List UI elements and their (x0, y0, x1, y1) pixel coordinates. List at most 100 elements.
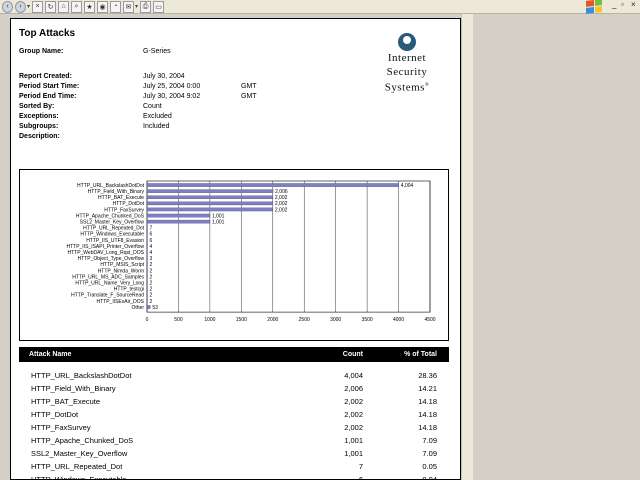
category-label: HTTP_IIS_ISAPI_Printer_Overflow (66, 244, 144, 250)
category-label: HTTP_Translate_F_SourceRead (71, 293, 144, 299)
field-value: Count (143, 103, 162, 110)
field-label: Period End Time: (19, 93, 77, 100)
value-label: 2 (150, 280, 153, 286)
close-icon[interactable]: × (631, 0, 636, 9)
windows-logo-icon (586, 0, 602, 14)
x-tick-label: 1500 (236, 317, 247, 323)
value-label: 4,004 (401, 183, 414, 189)
bar (146, 274, 148, 279)
bar (146, 183, 399, 187)
table-row: HTTP_Windows_Executable 6 0.04 (19, 474, 449, 480)
dropdown-arrow-icon[interactable]: ▾ (27, 3, 30, 10)
bar (146, 262, 148, 267)
edit-icon[interactable]: ▭ (153, 0, 165, 13)
category-label: HTTP_WebDAV_Long_Rqst_DOS (67, 250, 144, 256)
logo-line-1: Internet (387, 52, 427, 64)
attack-name-cell: HTTP_Apache_Chunked_DoS (31, 436, 134, 445)
category-label: HTTP_MSIS_Script (100, 262, 144, 268)
mail-icon[interactable]: ✉ (123, 0, 135, 13)
category-label: HTTP_IIS_UTF8_Evasion (86, 238, 144, 244)
x-tick-label: 2500 (299, 317, 310, 323)
x-tick-label: 4500 (424, 317, 435, 323)
value-label: 3 (150, 256, 153, 262)
search-icon[interactable]: ⌕ (71, 0, 83, 13)
category-label: HTTP_DotDot (113, 201, 145, 207)
bar (146, 305, 151, 309)
field-timezone: GMT (241, 93, 257, 100)
bar (146, 201, 274, 206)
category-label: HTTP_Nimda_Worm (98, 268, 144, 274)
count-cell: 7 (358, 462, 363, 471)
count-cell: 2,002 (344, 410, 363, 419)
iss-logo: Internet Security Systems® (363, 29, 451, 109)
table-row: HTTP_BAT_Execute 2,002 14.18 (19, 396, 449, 408)
value-label: 2 (150, 299, 153, 305)
report-title: Top Attacks (19, 28, 76, 39)
refresh-icon[interactable]: ↻ (45, 0, 57, 13)
bar (146, 280, 148, 285)
history-icon[interactable]: ◔ (110, 0, 122, 13)
value-label: 6 (150, 232, 153, 238)
value-label: 6 (150, 238, 153, 244)
dropdown-arrow-icon[interactable]: ▾ (135, 3, 138, 10)
category-label: HTTP_URL_Name_Very_Long (75, 280, 144, 286)
field-value: Included (143, 123, 170, 130)
count-cell: 2,002 (344, 423, 363, 432)
pct-cell: 14.21 (418, 384, 437, 393)
pct-cell: 14.18 (418, 410, 437, 419)
value-label: 2,002 (275, 195, 288, 201)
field-label: Sorted By: (19, 103, 55, 110)
attack-name-cell: HTTP_FaxSurvey (31, 423, 91, 432)
x-tick-label: 3000 (330, 317, 341, 323)
iss-logo-mark-icon (398, 33, 416, 51)
back-icon[interactable]: ‹ (2, 0, 13, 13)
x-tick-label: 0 (146, 317, 149, 323)
restore-icon[interactable]: ▫ (621, 0, 624, 9)
bar (146, 244, 148, 248)
bar (146, 213, 211, 218)
category-label: HTTP_FaxSurvey (104, 207, 144, 213)
field-label: Exceptions: (19, 113, 59, 120)
category-label: SSL2_Master_Key_Overflow (80, 219, 145, 225)
attack-name-cell: HTTP_URL_Repeated_Dot (31, 462, 123, 471)
category-label: HTTP_URL_BackslashDotDot (77, 183, 145, 189)
home-icon[interactable]: ⌂ (58, 0, 70, 13)
bar (146, 250, 148, 254)
attack-name-cell: HTTP_Field_With_Binary (31, 384, 116, 393)
category-label: HTTP_testcgi (114, 287, 144, 293)
attack-name-cell: HTTP_URL_BackslashDotDot (31, 371, 132, 380)
category-label: HTTP_IISExAir_DOS (96, 299, 144, 305)
logo-line-3: Systems® (384, 81, 430, 94)
vertical-scrollbar[interactable] (461, 14, 473, 480)
report-page: Top Attacks Group Name: G-Series Report … (10, 18, 461, 480)
stop-icon[interactable]: × (32, 0, 44, 13)
minimize-icon[interactable]: _ (612, 0, 616, 9)
table-row: HTTP_FaxSurvey 2,002 14.18 (19, 422, 449, 434)
value-label: 53 (152, 305, 158, 311)
header-pct: % of Total (404, 351, 437, 358)
value-label: 2 (150, 274, 153, 280)
pct-cell: 7.09 (422, 449, 437, 458)
value-label: 2 (150, 262, 153, 268)
table-row: HTTP_URL_BackslashDotDot 4,004 28.36 (19, 370, 449, 382)
value-label: 2,002 (275, 207, 288, 213)
pct-cell: 0.04 (422, 475, 437, 480)
attack-name-cell: SSL2_Master_Key_Overflow (31, 449, 128, 458)
favorites-icon[interactable]: ★ (84, 0, 96, 13)
print-icon[interactable]: ⎙ (140, 0, 152, 13)
media-icon[interactable]: ◉ (97, 0, 109, 13)
table-header: Attack Name Count % of Total (19, 347, 449, 362)
forward-icon[interactable]: › (15, 0, 26, 13)
attack-name-cell: HTTP_DotDot (31, 410, 79, 419)
field-label: Description: (19, 133, 60, 140)
bar (146, 238, 148, 242)
x-tick-label: 4000 (393, 317, 404, 323)
bar (146, 299, 148, 303)
value-label: 2 (150, 293, 153, 299)
group-name-value: G-Series (143, 48, 171, 55)
count-cell: 2,006 (344, 384, 363, 393)
category-label: HTTP_Windows_Executable (80, 232, 144, 238)
bar (146, 293, 148, 297)
bar (146, 268, 148, 273)
attack-name-cell: HTTP_BAT_Execute (31, 397, 101, 406)
